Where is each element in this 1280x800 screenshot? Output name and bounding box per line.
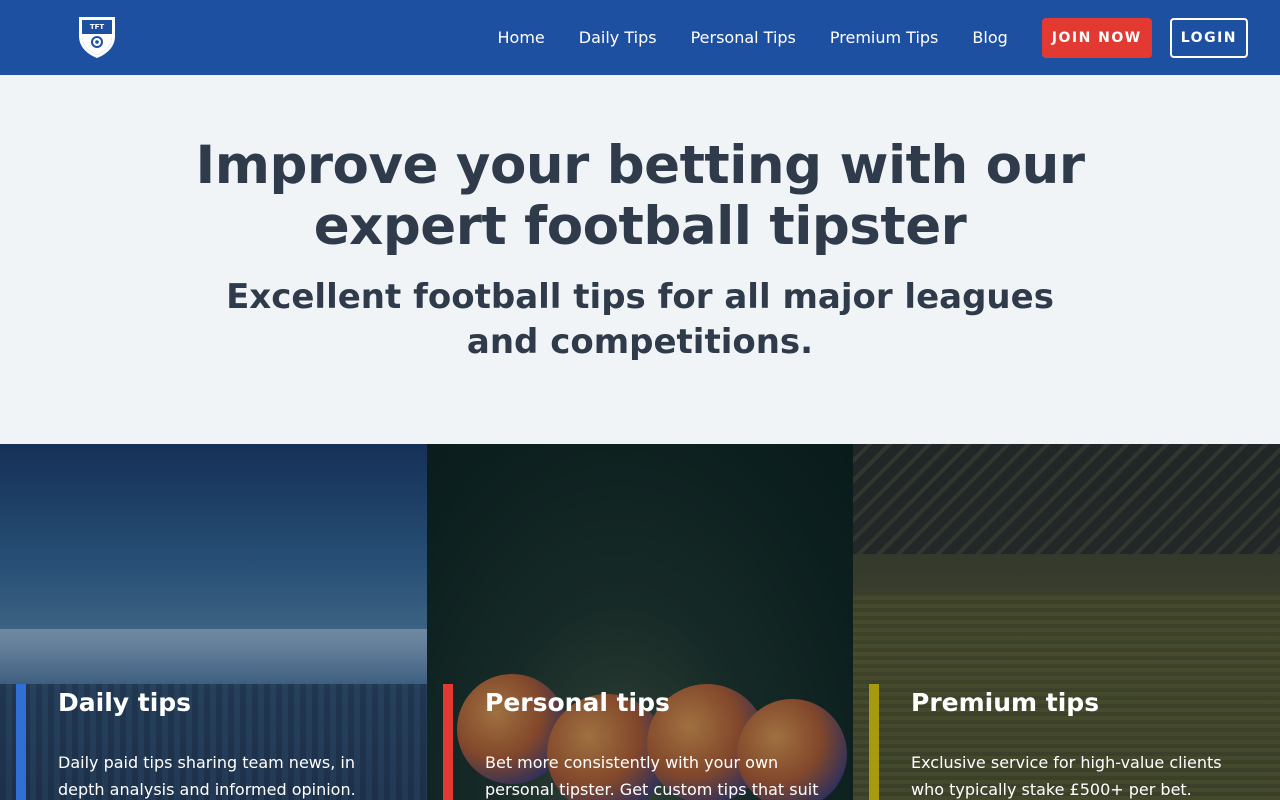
personal-tips-card[interactable]: Personal tips Bet more consistently with…	[427, 444, 853, 800]
site-logo[interactable]: TFT	[76, 14, 118, 60]
card-text: Bet more consistently with your own pers…	[485, 753, 819, 799]
card-text: Exclusive service for high-value clients…	[911, 753, 1222, 799]
nav-personal-tips[interactable]: Personal Tips	[691, 28, 796, 47]
logo-text: TFT	[90, 23, 105, 31]
card-text: Daily paid tips sharing team news, in de…	[58, 753, 356, 799]
card-title: Premium tips	[911, 688, 1100, 717]
daily-tips-card[interactable]: Daily tips Daily paid tips sharing team …	[0, 444, 427, 800]
nav-blog[interactable]: Blog	[972, 28, 1007, 47]
card-title: Personal tips	[485, 688, 670, 717]
card-title: Daily tips	[58, 688, 192, 717]
join-now-button[interactable]: JOIN NOW	[1041, 17, 1152, 58]
premium-tips-card[interactable]: Premium tips Exclusive service for high-…	[853, 444, 1280, 800]
hero-section: Improve your betting with our expert foo…	[0, 75, 1280, 444]
nav-daily-tips[interactable]: Daily Tips	[579, 28, 657, 47]
card-accent-bar	[16, 684, 26, 800]
main-nav: Home Daily Tips Personal Tips Premium Ti…	[498, 0, 1248, 75]
tip-cards: Daily tips Daily paid tips sharing team …	[0, 444, 1280, 800]
hero-title: Improve your betting with our expert foo…	[195, 135, 1085, 257]
card-accent-bar	[443, 684, 453, 800]
nav-premium-tips[interactable]: Premium Tips	[830, 28, 939, 47]
shield-logo-icon: TFT	[79, 17, 115, 58]
top-navigation-bar: TFT Home Daily Tips Personal Tips Premiu…	[0, 0, 1280, 75]
nav-home[interactable]: Home	[498, 28, 545, 47]
hero-subtitle: Excellent football tips for all major le…	[226, 277, 1054, 362]
login-button[interactable]: LOGIN	[1169, 17, 1248, 58]
card-accent-bar	[869, 684, 879, 800]
